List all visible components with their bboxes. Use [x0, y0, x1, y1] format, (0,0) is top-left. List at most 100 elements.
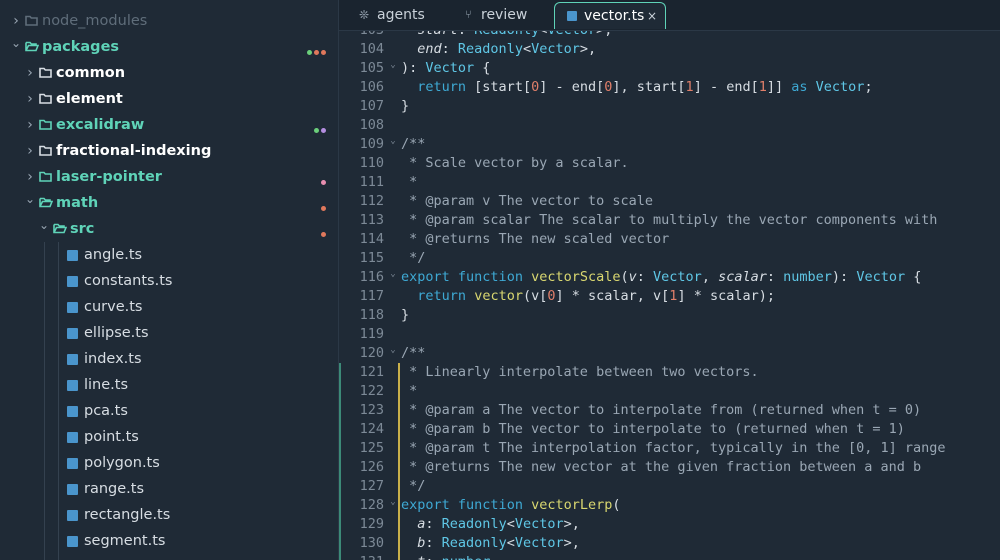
- tree-item-label: pca.ts: [84, 403, 128, 419]
- folder-item[interactable]: › common: [0, 60, 338, 86]
- fold-chevron-icon[interactable]: ⌄: [388, 341, 398, 360]
- file-item[interactable]: ellipse.ts: [0, 320, 338, 346]
- chevron-down-icon[interactable]: ⌄: [24, 186, 36, 212]
- code-line: 114 * @returns The new scaled vector: [339, 230, 1000, 249]
- tab-agents[interactable]: ❊ agents: [347, 2, 447, 28]
- tree-item-label: polygon.ts: [84, 455, 160, 471]
- code-token: ,: [490, 554, 498, 560]
- code-token: :: [458, 31, 474, 38]
- file-item[interactable]: range.ts: [0, 476, 338, 502]
- code-token: * @param v The vector to scale: [401, 193, 653, 209]
- fold-chevron-icon[interactable]: ⌄: [388, 265, 398, 284]
- code-text: /**: [401, 135, 425, 154]
- code-token: <: [506, 516, 515, 532]
- code-line: 105 ⌄): Vector {: [339, 59, 1000, 78]
- code-token: :: [766, 269, 784, 285]
- folder-open-icon: [25, 41, 39, 52]
- folder-item[interactable]: › excalidraw: [0, 112, 338, 138]
- code-token: 0: [547, 288, 556, 304]
- tree-item-label: laser-pointer: [56, 169, 162, 185]
- tree-item-label: excalidraw: [56, 117, 145, 133]
- chevron-down-icon[interactable]: ⌄: [10, 30, 22, 56]
- file-item[interactable]: segment.ts: [0, 528, 338, 554]
- folder-item[interactable]: › laser-pointer: [0, 164, 338, 190]
- code-token: ):: [401, 60, 426, 76]
- chevron-right-icon[interactable]: ›: [24, 86, 36, 112]
- chevron-right-icon[interactable]: ›: [24, 112, 36, 138]
- chevron-down-icon[interactable]: ⌄: [38, 212, 50, 238]
- chevron-right-icon[interactable]: ›: [24, 138, 36, 164]
- editor-tab-bar: ❊ agents ⑂ review vector.ts ×: [339, 0, 1000, 31]
- code-text: export function vectorScale(v: Vector, s…: [401, 268, 921, 287]
- sparkle-icon: ❊: [359, 8, 370, 22]
- code-token: (: [620, 269, 629, 285]
- file-item[interactable]: polygon.ts: [0, 450, 338, 476]
- code-token: return: [417, 288, 467, 304]
- folder-item[interactable]: › element: [0, 86, 338, 112]
- line-number: 113: [359, 212, 384, 228]
- tab-review[interactable]: ⑂ review: [453, 2, 553, 28]
- code-token: ]]: [766, 79, 792, 95]
- line-number: 109: [359, 136, 384, 152]
- folder-item[interactable]: ⌄ math: [0, 190, 338, 216]
- line-number: 115: [359, 250, 384, 266]
- status-dot: [314, 49, 319, 55]
- chevron-right-icon[interactable]: ›: [24, 60, 36, 86]
- code-line: 116 ⌄ export function vectorScale(v: Vecto…: [339, 268, 1000, 287]
- file-item[interactable]: index.ts: [0, 346, 338, 372]
- folder-item[interactable]: › fractional-indexing: [0, 138, 338, 164]
- code-token: */: [401, 478, 426, 494]
- tree-item-label: packages: [42, 39, 120, 55]
- code-token: :: [636, 269, 654, 285]
- code-text: * @returns The new scaled vector: [401, 230, 669, 249]
- code-text: ): Vector {: [401, 59, 490, 78]
- fold-chevron-icon[interactable]: ⌄: [388, 132, 398, 151]
- added-lines-marker: [398, 458, 400, 477]
- file-item[interactable]: pca.ts: [0, 398, 338, 424]
- indent-guide: [58, 242, 59, 560]
- code-token: Vector: [547, 31, 596, 38]
- code-text: * @param v The vector to scale: [401, 192, 653, 211]
- code-token: /**: [401, 345, 426, 361]
- folder-item[interactable]: › node_modules: [0, 8, 338, 34]
- file-item[interactable]: rectangle.ts: [0, 502, 338, 528]
- code-token: Vector: [653, 269, 702, 285]
- code-editor[interactable]: 103 start: Readonly<Vector>,104 end: Rea…: [339, 31, 1000, 560]
- tab-vector-ts[interactable]: vector.ts ×: [554, 2, 666, 29]
- added-lines-marker: [398, 515, 400, 534]
- fold-chevron-icon[interactable]: ⌄: [388, 56, 398, 75]
- folder-item[interactable]: ⌄ packages: [0, 34, 338, 60]
- code-line: 130 b: Readonly<Vector>,: [339, 534, 1000, 553]
- file-item[interactable]: curve.ts: [0, 294, 338, 320]
- code-text: return vector(v[0] * scalar, v[1] * scal…: [401, 287, 775, 306]
- line-number: 125: [359, 440, 384, 456]
- line-number: 114: [359, 231, 384, 247]
- code-line: 111 *: [339, 173, 1000, 192]
- folder-open-icon: [39, 197, 53, 208]
- tree-item-label: constants.ts: [84, 273, 173, 289]
- file-item[interactable]: angle.ts: [0, 242, 338, 268]
- file-item[interactable]: point.ts: [0, 424, 338, 450]
- code-text: }: [401, 97, 409, 116]
- code-token: }: [401, 307, 410, 323]
- code-text: a: Readonly<Vector>,: [401, 515, 580, 534]
- code-token: <: [522, 41, 532, 57]
- file-item[interactable]: constants.ts: [0, 268, 338, 294]
- folder-item[interactable]: ⌄ src: [0, 216, 338, 242]
- code-token: Vector: [815, 79, 865, 95]
- fold-chevron-icon[interactable]: ⌄: [388, 493, 398, 512]
- tab-label: agents: [377, 7, 425, 23]
- code-token: *: [401, 383, 418, 399]
- file-item[interactable]: line.ts: [0, 372, 338, 398]
- code-token: Vector: [514, 516, 564, 532]
- typescript-file-icon: [67, 250, 78, 261]
- code-text: t: number,: [401, 553, 498, 560]
- added-lines-marker: [398, 382, 400, 401]
- line-number: 112: [359, 193, 384, 209]
- code-token: Readonly: [474, 31, 539, 38]
- tree-item-label: point.ts: [84, 429, 139, 445]
- close-icon[interactable]: ×: [647, 3, 657, 29]
